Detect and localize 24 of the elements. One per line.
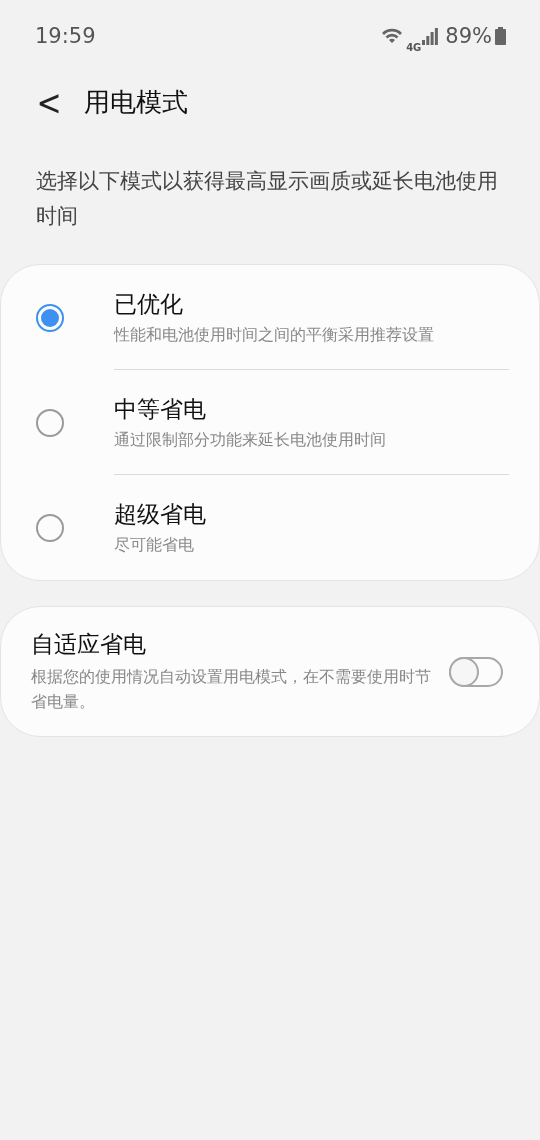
setting-title: 自适应省电 (31, 630, 147, 659)
signal-icon (422, 27, 439, 45)
radio-button[interactable] (36, 408, 64, 437)
battery-icon (495, 27, 506, 45)
option-subtitle: 通过限制部分功能来延长电池使用时间 (114, 429, 387, 451)
toggle-switch[interactable] (449, 656, 503, 687)
power-mode-option[interactable]: 超级省电 尽可能省电 (1, 475, 539, 580)
battery-percent: 89% (445, 24, 492, 48)
description-text: 选择以下模式以获得最高显示画质或延长电池使用时间 (36, 168, 499, 230)
option-subtitle: 尽可能省电 (114, 535, 195, 556)
power-mode-option[interactable]: 已优化 性能和电池使用时间之间的平衡采用推荐设置 (1, 265, 539, 370)
setting-description: 根据您的使用情况自动设置用电模式，在不需要使用时节省电量。 (31, 666, 432, 713)
wifi-icon (381, 27, 404, 45)
network-type: 4G (406, 42, 422, 53)
option-title: 超级省电 (114, 500, 207, 529)
power-mode-option[interactable]: 中等省电 通过限制部分功能来延长电池使用时间 (1, 370, 539, 475)
option-title: 已优化 (114, 289, 184, 319)
radio-button[interactable] (36, 513, 64, 542)
page-title: 用电模式 (84, 85, 188, 119)
clock: 19:59 (35, 24, 96, 48)
option-title: 中等省电 (114, 394, 207, 424)
back-button[interactable]: < (34, 81, 64, 123)
radio-button[interactable] (36, 303, 64, 332)
option-subtitle: 性能和电池使用时间之间的平衡采用推荐设置 (114, 324, 435, 346)
